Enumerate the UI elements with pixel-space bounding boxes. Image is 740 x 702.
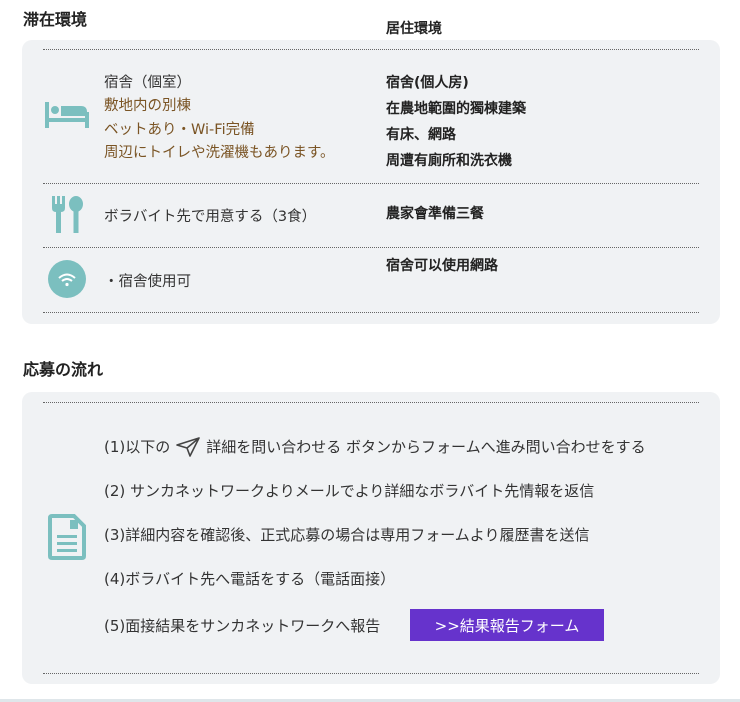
report-form-button[interactable]: >>結果報告フォーム — [410, 609, 604, 641]
divider — [43, 402, 699, 403]
translation-line: 有床、網路 — [386, 127, 456, 143]
apply-step: (2) サンカネットワークよりメールでより詳細なボラバイト先情報を返信 — [104, 482, 595, 500]
divider — [43, 183, 699, 184]
stay-detail: 周辺にトイレや洗濯機もあります。 — [104, 145, 335, 161]
apply-step: (1)以下の 詳細を問い合わせる ボタンからフォームへ進み問い合わせをする — [104, 436, 646, 457]
divider — [43, 312, 699, 313]
stay-detail: ボラバイト先で用意する（3食） — [104, 209, 317, 225]
paper-plane-icon — [176, 436, 201, 457]
step-text: (1)以下の — [104, 438, 171, 456]
translation-line: 在農地範圍的獨棟建築 — [386, 101, 526, 117]
translation-line: 宿舍可以使用網路 — [386, 258, 498, 274]
stay-detail: ベットあり・Wi-Fi完備 — [104, 122, 255, 138]
step-text: 詳細を問い合わせる ボタンからフォームへ進み問い合わせをする — [206, 438, 646, 456]
divider — [43, 247, 699, 248]
document-icon — [48, 514, 86, 560]
apply-section-title: 応募の流れ — [23, 360, 104, 379]
divider — [43, 49, 699, 50]
stay-translation-title: 居住環境 — [386, 21, 442, 37]
apply-step: (5)面接結果をサンカネットワークへ報告 — [104, 617, 381, 635]
translation-line: 宿舍(個人房) — [386, 75, 469, 91]
apply-step: (3)詳細内容を確認後、正式応募の場合は専用フォームより履歴書を送信 — [104, 526, 590, 544]
wifi-icon — [48, 260, 86, 298]
fork-spoon-icon — [52, 196, 83, 233]
stay-detail: ・宿舎使用可 — [104, 274, 191, 290]
apply-step: (4)ボラバイト先へ電話をする（電話面接） — [104, 570, 396, 588]
stay-detail: 宿舎（個室） — [104, 75, 191, 91]
translation-line: 周遭有廁所和洗衣機 — [386, 153, 512, 169]
divider — [43, 673, 699, 674]
stay-section-title: 滞在環境 — [23, 10, 88, 29]
bed-icon — [45, 102, 89, 128]
translation-line: 農家會準備三餐 — [386, 206, 484, 222]
stay-detail: 敷地内の別棟 — [104, 98, 191, 114]
